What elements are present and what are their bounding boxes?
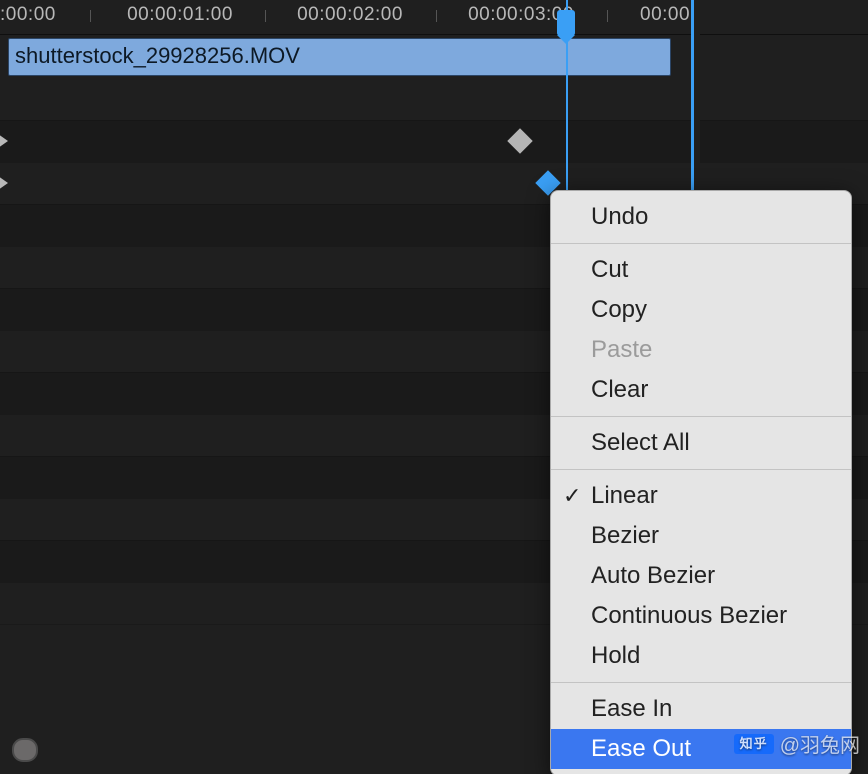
- menu-cut[interactable]: Cut: [551, 250, 851, 290]
- menu-copy[interactable]: Copy: [551, 290, 851, 330]
- keyframe-unselected[interactable]: [507, 128, 532, 153]
- menu-separator: [551, 682, 851, 683]
- menu-paste: Paste: [551, 330, 851, 370]
- menu-clear[interactable]: Clear: [551, 370, 851, 410]
- ruler-label: :00:00: [0, 4, 56, 26]
- timeline-panel: :00:00 00:00:01:00 00:00:02:00 00:00:03:…: [0, 0, 868, 774]
- triangle-right-icon[interactable]: [0, 134, 8, 148]
- menu-auto-bezier[interactable]: Auto Bezier: [551, 556, 851, 596]
- horizontal-scrollbar-thumb[interactable]: [12, 738, 38, 762]
- triangle-right-icon[interactable]: [0, 176, 8, 190]
- menu-ease-out[interactable]: Ease Out: [551, 729, 851, 769]
- menu-linear[interactable]: Linear: [551, 476, 851, 516]
- time-ruler[interactable]: :00:00 00:00:01:00 00:00:02:00 00:00:03:…: [0, 0, 868, 35]
- menu-separator: [551, 243, 851, 244]
- menu-undo[interactable]: Undo: [551, 197, 851, 237]
- menu-continuous-bezier[interactable]: Continuous Bezier: [551, 596, 851, 636]
- keyframe-context-menu: Undo Cut Copy Paste Clear Select All Lin…: [550, 190, 852, 774]
- ruler-label: 00:00: [640, 4, 690, 26]
- menu-separator: [551, 416, 851, 417]
- playhead-handle[interactable]: [557, 10, 575, 36]
- menu-hold[interactable]: Hold: [551, 636, 851, 676]
- menu-select-all[interactable]: Select All: [551, 423, 851, 463]
- ruler-label: 00:00:02:00: [297, 4, 403, 26]
- ruler-label: 00:00:01:00: [127, 4, 233, 26]
- menu-ease-in[interactable]: Ease In: [551, 689, 851, 729]
- menu-separator: [551, 469, 851, 470]
- menu-bezier[interactable]: Bezier: [551, 516, 851, 556]
